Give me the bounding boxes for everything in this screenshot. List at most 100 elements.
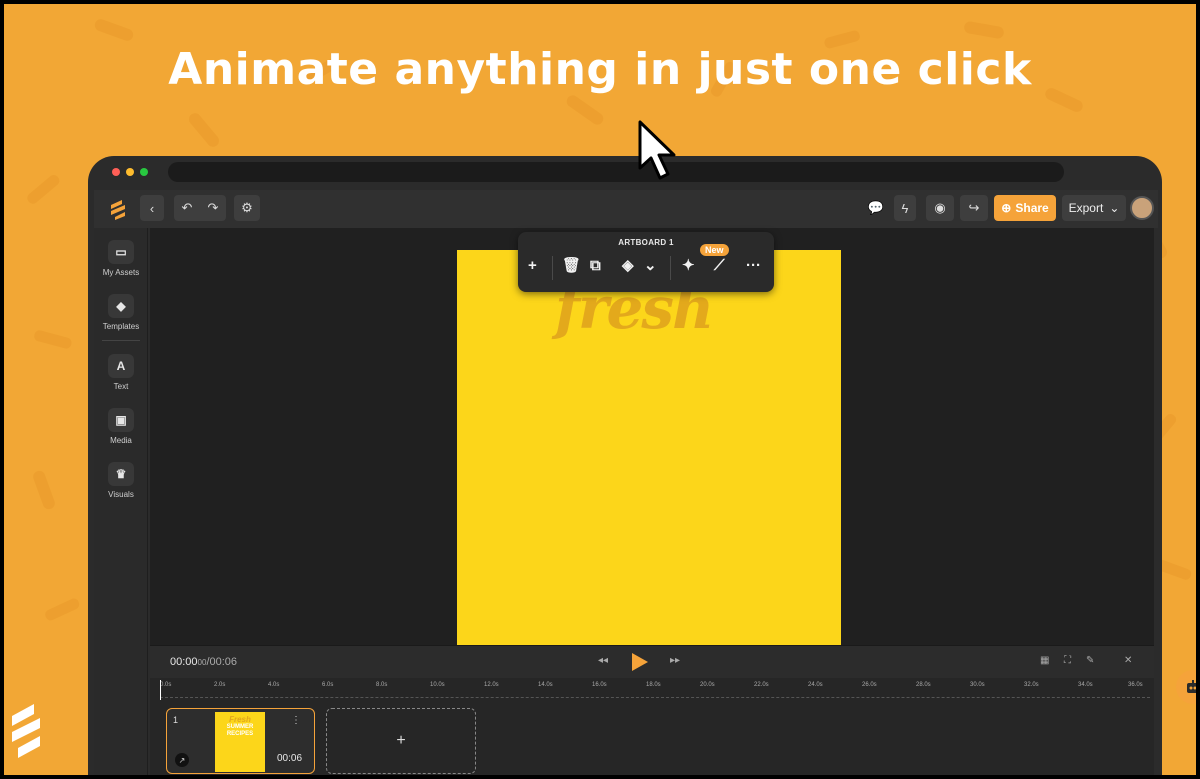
export-button[interactable]: Export ⌄ <box>1062 195 1126 221</box>
thumb-subtitle: SUMMER RECIPES <box>226 724 254 737</box>
add-clip-button[interactable]: + <box>326 708 476 774</box>
ruler-tick: 22.0s <box>754 682 769 688</box>
edit-icon[interactable]: ✎ <box>1086 655 1094 666</box>
address-bar[interactable] <box>168 162 1064 182</box>
ruler-tick: 30.0s <box>970 682 985 688</box>
templates-icon: ◆ <box>108 294 134 318</box>
visuals-icon: ♛ <box>108 462 134 486</box>
sidebar-item-visuals[interactable]: ♛ Visuals <box>94 462 148 499</box>
robot-icon <box>1187 680 1196 693</box>
chevron-down-icon: ⌄ <box>1109 201 1120 215</box>
animate-icon[interactable]: ⟋ <box>714 258 725 274</box>
timeline-ruler[interactable]: 0.0s 2.0s 4.0s 6.0s 8.0s 10.0s 12.0s 14.… <box>160 682 1150 698</box>
canvas-area: fresh ARTBOARD 1 + 🗑 ⧉ ◈ ⌄ ✦ New ⟋ ··· <box>150 228 1196 704</box>
duplicate-icon[interactable]: ⧉ <box>590 258 601 274</box>
add-icon[interactable]: + <box>528 258 537 274</box>
magic-wand-icon[interactable]: ✦ <box>682 258 695 274</box>
more-icon[interactable]: ··· <box>746 258 761 274</box>
assistant-bot-button[interactable] <box>1176 670 1196 704</box>
sidebar-item-label: Visuals <box>108 490 134 499</box>
redo-icon[interactable]: ↷ <box>208 200 219 216</box>
text-icon: A <box>108 354 134 378</box>
toolbar-divider <box>552 256 553 280</box>
close-icon[interactable]: ✕ <box>1124 655 1132 666</box>
sidebar-item-templates[interactable]: ◆ Templates <box>94 294 148 331</box>
timeline-controls: 00:0000/00:06 ◂◂ ▸▸ ▦ ⛶ ✎ ✕ <box>150 646 1154 678</box>
share-button[interactable]: ⊕ Share <box>994 195 1056 221</box>
avatar[interactable] <box>1130 196 1154 220</box>
app-window: ‹ ↶ ↷ ⚙ 💬 ϟ ◉ ↪ ⊕ Share Export ⌄ ▭ My As… <box>88 156 1196 775</box>
grid-view-icon[interactable]: ▦ <box>1040 655 1049 666</box>
add-user-icon: ⊕ <box>1001 201 1012 215</box>
artboard[interactable]: fresh <box>457 250 841 645</box>
comments-button[interactable]: 💬 <box>862 195 890 221</box>
delete-icon[interactable]: 🗑 <box>562 258 581 274</box>
folder-icon: ▭ <box>108 240 134 264</box>
sidebar-item-label: Media <box>110 436 132 445</box>
time-display: 00:0000/00:06 <box>170 656 237 668</box>
sidebar-item-media[interactable]: ▣ Media <box>94 408 148 445</box>
headline: Animate anything in just one click <box>168 44 1032 95</box>
play-button[interactable] <box>632 653 648 671</box>
fill-icon[interactable]: ◈ <box>622 258 634 274</box>
left-sidebar: ▭ My Assets ◆ Templates A Text ▣ Media ♛… <box>94 228 148 775</box>
total-time: 00:06 <box>209 656 238 668</box>
ruler-tick: 24.0s <box>808 682 823 688</box>
ruler-tick: 14.0s <box>538 682 553 688</box>
mouse-cursor-icon <box>638 120 676 180</box>
artboard-title: ARTBOARD 1 <box>618 238 674 247</box>
ruler-tick: 20.0s <box>700 682 715 688</box>
preview-button[interactable]: ◉ <box>926 195 954 221</box>
minimize-window-button[interactable] <box>126 168 134 176</box>
app-logo-icon[interactable] <box>108 198 128 220</box>
playhead[interactable] <box>160 680 161 700</box>
new-badge: New <box>700 244 729 256</box>
ruler-tick: 12.0s <box>484 682 499 688</box>
timeline-panel: 00:0000/00:06 ◂◂ ▸▸ ▦ ⛶ ✎ ✕ 0.0s 2.0s 4.… <box>150 645 1154 775</box>
current-time: 00:00 <box>170 656 198 668</box>
maximize-window-button[interactable] <box>140 168 148 176</box>
back-button[interactable]: ‹ <box>140 195 164 221</box>
ruler-tick: 0.0s <box>160 682 172 688</box>
ruler-tick: 36.0s <box>1128 682 1143 688</box>
sidebar-item-text[interactable]: A Text <box>94 354 148 391</box>
chevron-down-icon[interactable]: ⌄ <box>644 258 657 274</box>
sidebar-item-label: Templates <box>102 322 140 331</box>
preview-icon: ◉ <box>934 200 946 215</box>
fast-forward-icon[interactable]: ▸▸ <box>670 655 680 666</box>
clip-more-icon[interactable]: ⋮ <box>291 715 301 726</box>
lightning-icon: ϟ <box>901 200 909 216</box>
undo-icon[interactable]: ↶ <box>182 200 193 216</box>
forward-button[interactable]: ↪ <box>960 195 988 221</box>
window-titlebar <box>88 156 1162 190</box>
share-label: Share <box>1015 201 1049 215</box>
rewind-icon[interactable]: ◂◂ <box>598 655 608 666</box>
timeline-clip[interactable]: 1 Fresh SUMMER RECIPES ⋮ ↗ 00:06 <box>166 708 315 774</box>
ruler-tick: 2.0s <box>214 682 226 688</box>
sidebar-divider <box>102 340 140 341</box>
thumb-title: Fresh <box>229 715 251 724</box>
clip-thumbnail: Fresh SUMMER RECIPES <box>215 712 265 772</box>
brand-logo-icon <box>12 704 40 758</box>
history-controls: ↶ ↷ <box>174 195 226 221</box>
media-icon: ▣ <box>108 408 134 432</box>
ruler-tick: 10.0s <box>430 682 445 688</box>
forward-icon: ↪ <box>968 200 980 215</box>
ruler-tick: 18.0s <box>646 682 661 688</box>
clip-duration: 00:06 <box>277 753 303 764</box>
sidebar-item-label: Text <box>113 382 129 391</box>
close-window-button[interactable] <box>112 168 120 176</box>
ruler-tick: 34.0s <box>1078 682 1093 688</box>
animation-icon[interactable]: ↗ <box>175 753 189 767</box>
top-toolbar: ‹ ↶ ↷ ⚙ 💬 ϟ ◉ ↪ ⊕ Share Export ⌄ <box>94 190 1158 228</box>
ruler-tick: 28.0s <box>916 682 931 688</box>
ruler-tick: 26.0s <box>862 682 877 688</box>
settings-icon: ⚙ <box>241 200 253 215</box>
sidebar-item-my-assets[interactable]: ▭ My Assets <box>94 240 148 277</box>
fullscreen-icon[interactable]: ⛶ <box>1064 655 1071 666</box>
lightning-button[interactable]: ϟ <box>894 195 916 221</box>
settings-button[interactable]: ⚙ <box>234 195 260 221</box>
ruler-tick: 32.0s <box>1024 682 1039 688</box>
comment-icon: 💬 <box>867 200 885 215</box>
toolbar-divider <box>670 256 671 280</box>
